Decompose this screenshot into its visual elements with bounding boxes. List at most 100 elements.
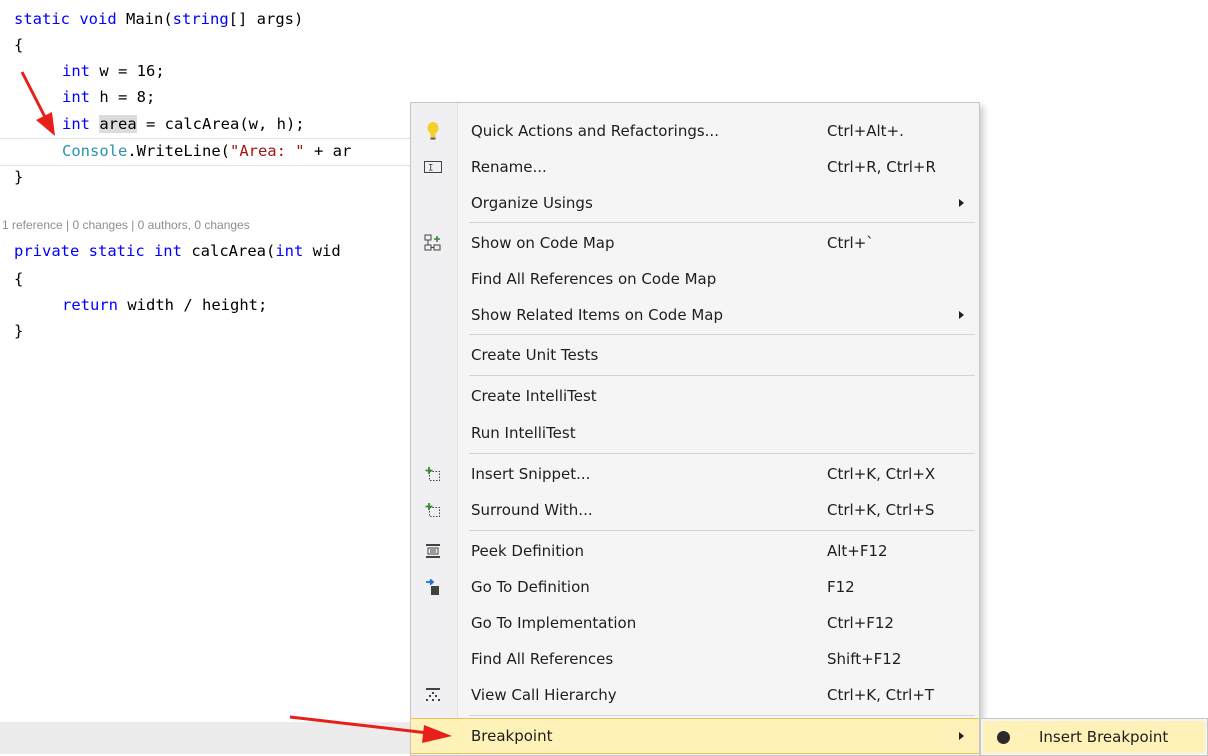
method-main-signature: Main( [126,10,173,28]
insert-snippet-icon [423,464,443,484]
menu-separator [469,715,975,716]
menu-separator [469,453,975,454]
menu-item-label: Create IntelliTest [471,387,597,405]
menu-item-label: Find All References [471,650,614,668]
menu-item-label: View Call Hierarchy [471,686,617,704]
submenu-arrow-icon [959,311,964,319]
surround-with-icon [423,500,443,520]
code-line-2[interactable]: { [14,32,23,58]
string-literal: "Area: " [229,142,305,160]
code-line-6[interactable]: Console.WriteLine("Area: " + ar [62,138,351,164]
svg-text:I: I [428,164,433,174]
codelens-info[interactable]: 1 reference | 0 changes | 0 authors, 0 c… [2,218,250,232]
rename-icon: I [423,157,443,177]
menu-item-go-to-definition[interactable]: Go To Definition F12 [411,569,979,605]
menu-item-create-intellitest[interactable]: Create IntelliTest [411,378,979,414]
menu-item-insert-breakpoint[interactable]: Insert Breakpoint [983,721,1205,753]
go-to-definition-icon [423,577,443,597]
menu-item-label: Insert Breakpoint [1039,728,1169,746]
menu-item-show-related-items[interactable]: Show Related Items on Code Map [411,297,979,333]
menu-item-shortcut: Ctrl+K, Ctrl+S [827,501,935,519]
keyword-int: int [62,62,90,80]
symbol-area-highlight[interactable]: area [99,115,137,133]
menu-item-shortcut: Ctrl+Alt+. [827,122,904,140]
breakpoint-dot-icon [997,731,1010,744]
menu-item-label: Show Related Items on Code Map [471,306,723,324]
menu-item-run-intellitest[interactable]: Run IntelliTest [411,415,979,451]
menu-item-view-call-hierarchy[interactable]: View Call Hierarchy Ctrl+K, Ctrl+T [411,677,979,713]
code-text: width / height; [118,296,268,314]
keyword-int: int [62,115,90,133]
menu-item-show-on-code-map[interactable]: Show on Code Map Ctrl+` [411,225,979,261]
code-text: w = 16; [90,62,165,80]
menu-item-label: Peek Definition [471,542,585,560]
editor-horizontal-scrollbar[interactable] [0,722,420,754]
param-text: wid [303,242,341,260]
menu-item-label: Rename... [471,158,547,176]
menu-item-shortcut: Ctrl+F12 [827,614,894,632]
menu-item-surround-with[interactable]: Surround With... Ctrl+K, Ctrl+S [411,492,979,528]
menu-item-find-all-references-code-map[interactable]: Find All References on Code Map [411,261,979,297]
menu-item-breakpoint[interactable]: Breakpoint [411,718,979,754]
code-text: = calcArea(w, h); [136,115,305,133]
menu-item-label: Quick Actions and Refactorings... [471,122,719,140]
menu-item-insert-snippet[interactable]: Insert Snippet... Ctrl+K, Ctrl+X [411,456,979,492]
menu-item-shortcut: Shift+F12 [827,650,902,668]
menu-item-rename[interactable]: I Rename... Ctrl+R, Ctrl+R [411,149,979,185]
menu-item-label: Show on Code Map [471,234,615,252]
lightbulb-icon [423,121,443,141]
submenu-arrow-icon [959,199,964,207]
menu-item-create-unit-tests[interactable]: Create Unit Tests [411,337,979,373]
menu-item-peek-definition[interactable]: Peek Definition Alt+F12 [411,533,979,569]
keyword-int: int [275,242,304,260]
peek-definition-icon [423,541,443,561]
keyword-return: return [62,296,118,314]
code-line-11[interactable]: } [14,318,23,344]
code-line-9[interactable]: { [14,266,23,292]
code-line-8[interactable]: private static int calcArea(int wid [14,238,341,264]
code-text: h = 8; [90,88,156,106]
code-line-4[interactable]: int h = 8; [62,84,155,110]
menu-item-label: Surround With... [471,501,593,519]
code-text: + ar [304,142,352,160]
code-line-10[interactable]: return width / height; [62,292,267,318]
menu-item-label: Run IntelliTest [471,424,576,442]
call-hierarchy-icon [423,685,443,705]
keyword-static-void: static void [14,10,117,28]
method-calcarea-signature: calcArea( [191,242,276,260]
menu-item-go-to-implementation[interactable]: Go To Implementation Ctrl+F12 [411,605,979,641]
menu-item-label: Insert Snippet... [471,465,591,483]
menu-item-label: Find All References on Code Map [471,270,717,288]
menu-separator [469,530,975,531]
menu-item-label: Go To Definition [471,578,590,596]
keyword-private-static-int: private static int [14,242,182,260]
code-line-5[interactable]: int area = calcArea(w, h); [62,111,305,137]
code-line-1[interactable]: static void Main(string[] args) [14,6,303,32]
menu-item-label: Breakpoint [471,727,553,745]
menu-separator [469,222,975,223]
menu-item-shortcut: Ctrl+` [827,234,874,252]
code-line-7[interactable]: } [14,164,23,190]
keyword-string: string [172,10,229,28]
menu-item-organize-usings[interactable]: Organize Usings [411,185,979,221]
breakpoint-submenu: Insert Breakpoint [980,718,1208,756]
menu-item-quick-actions[interactable]: Quick Actions and Refactorings... Ctrl+A… [411,113,979,149]
code-line-3[interactable]: int w = 16; [62,58,165,84]
menu-item-label: Go To Implementation [471,614,637,632]
menu-separator [469,375,975,376]
menu-item-label: Create Unit Tests [471,346,599,364]
menu-item-shortcut: F12 [827,578,855,596]
code-map-icon [423,233,443,253]
args-text: [] args) [228,10,304,28]
menu-item-find-all-references[interactable]: Find All References Shift+F12 [411,641,979,677]
submenu-arrow-icon [959,732,964,740]
menu-item-shortcut: Ctrl+K, Ctrl+T [827,686,935,704]
menu-item-label: Organize Usings [471,194,593,212]
menu-item-shortcut: Alt+F12 [827,542,888,560]
menu-item-shortcut: Ctrl+K, Ctrl+X [827,465,936,483]
menu-item-shortcut: Ctrl+R, Ctrl+R [827,158,936,176]
code-text: .WriteLine( [127,142,230,160]
keyword-int: int [62,88,90,106]
menu-separator [469,334,975,335]
type-console: Console [62,142,128,160]
